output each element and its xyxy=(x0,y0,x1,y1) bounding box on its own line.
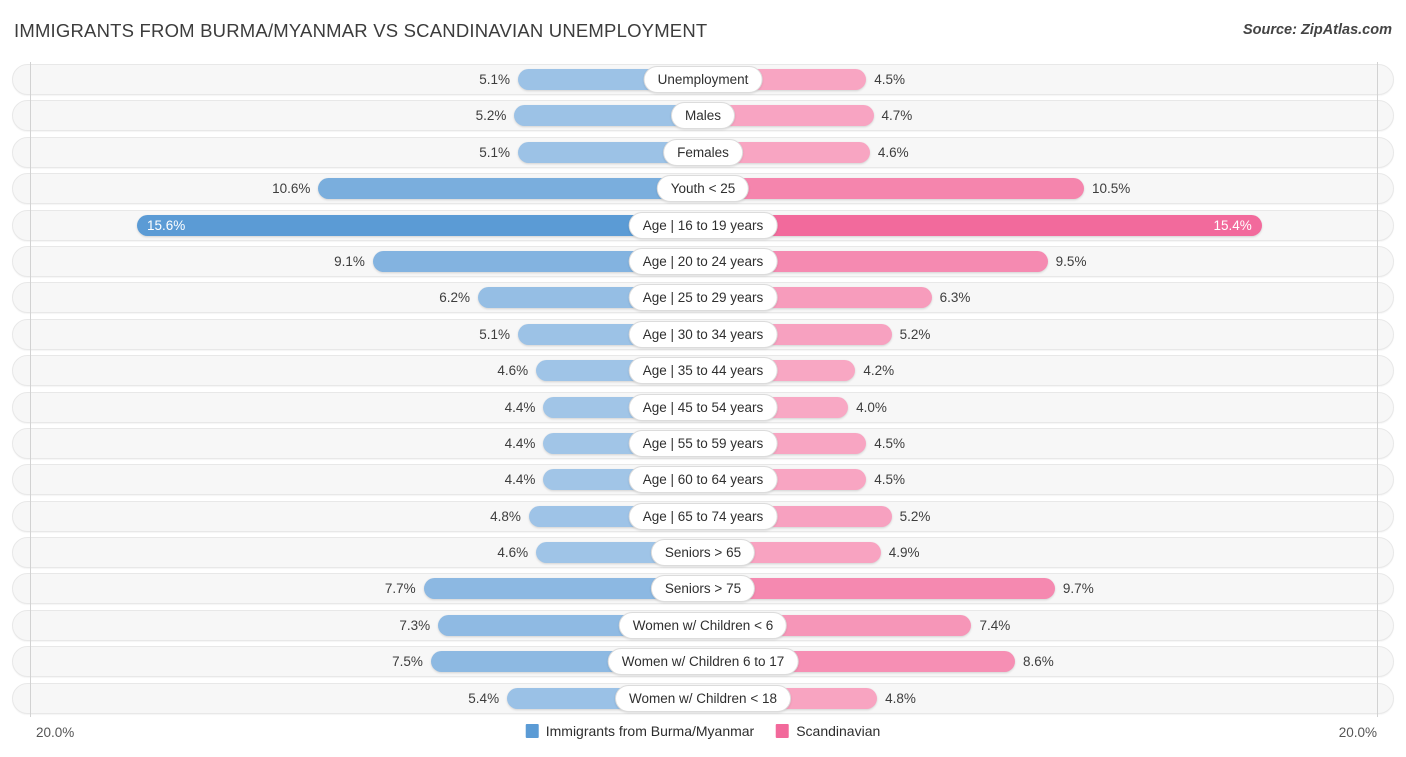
bar-value-right: 9.7% xyxy=(1062,581,1094,597)
bar-row: 4.4% 4.5% Age | 55 to 59 years xyxy=(0,426,1406,462)
bar-left-immigrants-burma-myanmar xyxy=(318,178,703,200)
bar-row: 4.4% 4.5% Age | 60 to 64 years xyxy=(0,462,1406,498)
bar-value-left: 9.1% xyxy=(334,253,365,269)
bar-value-right: 10.5% xyxy=(1091,181,1131,197)
bar-value-right: 5.2% xyxy=(899,508,931,524)
bar-value-right: 4.6% xyxy=(877,144,909,160)
category-label-pill: Women w/ Children < 6 xyxy=(618,611,788,639)
bar-value-right: 4.0% xyxy=(856,399,887,415)
bar-right-scandinavian xyxy=(703,178,1084,200)
bar-row: 4.8% 5.2% Age | 65 to 74 years xyxy=(0,499,1406,535)
category-label-pill: Age | 25 to 29 years xyxy=(628,284,778,312)
bar-value-left: 10.6% xyxy=(272,181,311,197)
bar-value-left: 7.7% xyxy=(384,581,416,597)
axis-tick-left: 20.0% xyxy=(36,725,75,740)
category-label-pill: Women w/ Children 6 to 17 xyxy=(607,648,799,676)
bar-value-right: 4.7% xyxy=(881,108,913,124)
bar-value-left: 5.1% xyxy=(479,72,510,87)
category-label-pill: Age | 30 to 34 years xyxy=(628,320,778,348)
bar-value-right: 15.4% xyxy=(1213,217,1252,233)
legend-label: Immigrants from Burma/Myanmar xyxy=(545,723,755,739)
bar-right-scandinavian xyxy=(703,578,1055,600)
bar-value-left: 6.2% xyxy=(439,290,471,306)
bar-row: 4.4% 4.0% Age | 45 to 54 years xyxy=(0,390,1406,426)
bar-row: 7.7% 9.7% Seniors > 75 xyxy=(0,571,1406,607)
bar-value-right: 4.8% xyxy=(885,690,916,706)
bar-row: 5.1% 4.6% Females xyxy=(0,135,1406,171)
legend-item[interactable]: Scandinavian xyxy=(776,723,880,739)
category-label-pill: Males xyxy=(670,102,736,130)
bar-row: 7.5% 8.6% Women w/ Children 6 to 17 xyxy=(0,644,1406,680)
chart-legend: Immigrants from Burma/Myanmar Scandinavia… xyxy=(525,723,880,739)
page-title: IMMIGRANTS FROM BURMA/MYANMAR VS SCANDIN… xyxy=(14,20,708,41)
category-label-pill: Unemployment xyxy=(643,66,763,93)
bar-right-scandinavian xyxy=(703,214,1262,236)
chart-header: IMMIGRANTS FROM BURMA/MYANMAR VS SCANDIN… xyxy=(0,0,1406,62)
legend-label: Scandinavian xyxy=(796,723,881,739)
bar-value-left: 4.4% xyxy=(504,435,536,451)
category-label-pill: Age | 45 to 54 years xyxy=(628,393,778,421)
bar-value-right: 4.5% xyxy=(874,472,906,488)
bar-row: 15.6% 15.4% Age | 16 to 19 years xyxy=(0,208,1406,244)
bar-value-right: 4.5% xyxy=(874,72,906,87)
category-label-pill: Females xyxy=(663,138,743,166)
category-label-pill: Age | 16 to 19 years xyxy=(628,211,778,239)
plot-area: 5.1% 4.5% Unemployment 5.2% 4.7% Males 5.1% 4.6… xyxy=(0,62,1406,717)
category-label-pill: Age | 35 to 44 years xyxy=(628,357,778,385)
bar-value-left: 4.6% xyxy=(497,545,529,561)
bar-value-left: 4.4% xyxy=(504,399,536,415)
bar-value-left: 7.5% xyxy=(392,654,423,670)
bar-row: 5.1% 4.5% Unemployment xyxy=(0,62,1406,98)
bar-value-right: 8.6% xyxy=(1023,654,1054,670)
category-label-pill: Age | 20 to 24 years xyxy=(628,247,778,275)
bar-row: 5.1% 5.2% Age | 30 to 34 years xyxy=(0,317,1406,353)
bar-value-left: 5.1% xyxy=(479,144,510,160)
bar-row: 10.6% 10.5% Youth < 25 xyxy=(0,171,1406,207)
bar-row: 7.3% 7.4% Women w/ Children < 6 xyxy=(0,608,1406,644)
legend-swatch-pink xyxy=(776,724,790,738)
bar-value-right: 4.5% xyxy=(874,435,906,451)
source-attribution: Source: ZipAtlas.com xyxy=(1242,22,1392,38)
category-label-pill: Women w/ Children < 18 xyxy=(615,684,791,712)
bar-value-left: 4.8% xyxy=(490,508,521,524)
legend-item[interactable]: Immigrants from Burma/Myanmar xyxy=(525,723,755,739)
category-label-pill: Age | 55 to 59 years xyxy=(628,429,778,457)
bar-value-left: 5.1% xyxy=(479,326,510,342)
chart-footer: 20.0% 20.0% Immigrants from Burma/Myanma… xyxy=(0,717,1406,757)
category-label-pill: Seniors > 75 xyxy=(650,575,756,603)
category-label-pill: Seniors > 65 xyxy=(650,539,756,567)
bar-row: 6.2% 6.3% Age | 25 to 29 years xyxy=(0,280,1406,316)
bar-value-left: 15.6% xyxy=(147,217,186,233)
bar-value-right: 9.5% xyxy=(1055,253,1087,269)
axis-tick-right: 20.0% xyxy=(1338,725,1377,740)
bar-value-right: 6.3% xyxy=(939,290,971,306)
category-label-pill: Age | 60 to 64 years xyxy=(628,466,778,494)
bar-value-right: 5.2% xyxy=(899,326,931,342)
bar-left-immigrants-burma-myanmar xyxy=(137,214,703,236)
bar-value-left: 7.3% xyxy=(399,617,431,633)
bar-value-right: 4.2% xyxy=(863,363,895,379)
bar-value-left: 4.4% xyxy=(504,472,536,488)
bar-row: 5.2% 4.7% Males xyxy=(0,98,1406,134)
bar-rows-container: 5.1% 4.5% Unemployment 5.2% 4.7% Males 5.1% 4.6… xyxy=(0,62,1406,717)
chart-root: IMMIGRANTS FROM BURMA/MYANMAR VS SCANDIN… xyxy=(0,0,1406,757)
category-label-pill: Youth < 25 xyxy=(656,175,750,203)
bar-row: 9.1% 9.5% Age | 20 to 24 years xyxy=(0,244,1406,280)
bar-value-left: 5.4% xyxy=(468,690,500,706)
legend-swatch-blue xyxy=(525,724,539,738)
bar-value-right: 7.4% xyxy=(979,617,1011,633)
category-label-pill: Age | 65 to 74 years xyxy=(628,502,778,530)
bar-row: 5.4% 4.8% Women w/ Children < 18 xyxy=(0,681,1406,717)
bar-row: 4.6% 4.9% Seniors > 65 xyxy=(0,535,1406,571)
bar-value-left: 5.2% xyxy=(475,108,507,124)
bar-row: 4.6% 4.2% Age | 35 to 44 years xyxy=(0,353,1406,389)
bar-value-left: 4.6% xyxy=(497,363,529,379)
bar-value-right: 4.9% xyxy=(888,545,920,561)
